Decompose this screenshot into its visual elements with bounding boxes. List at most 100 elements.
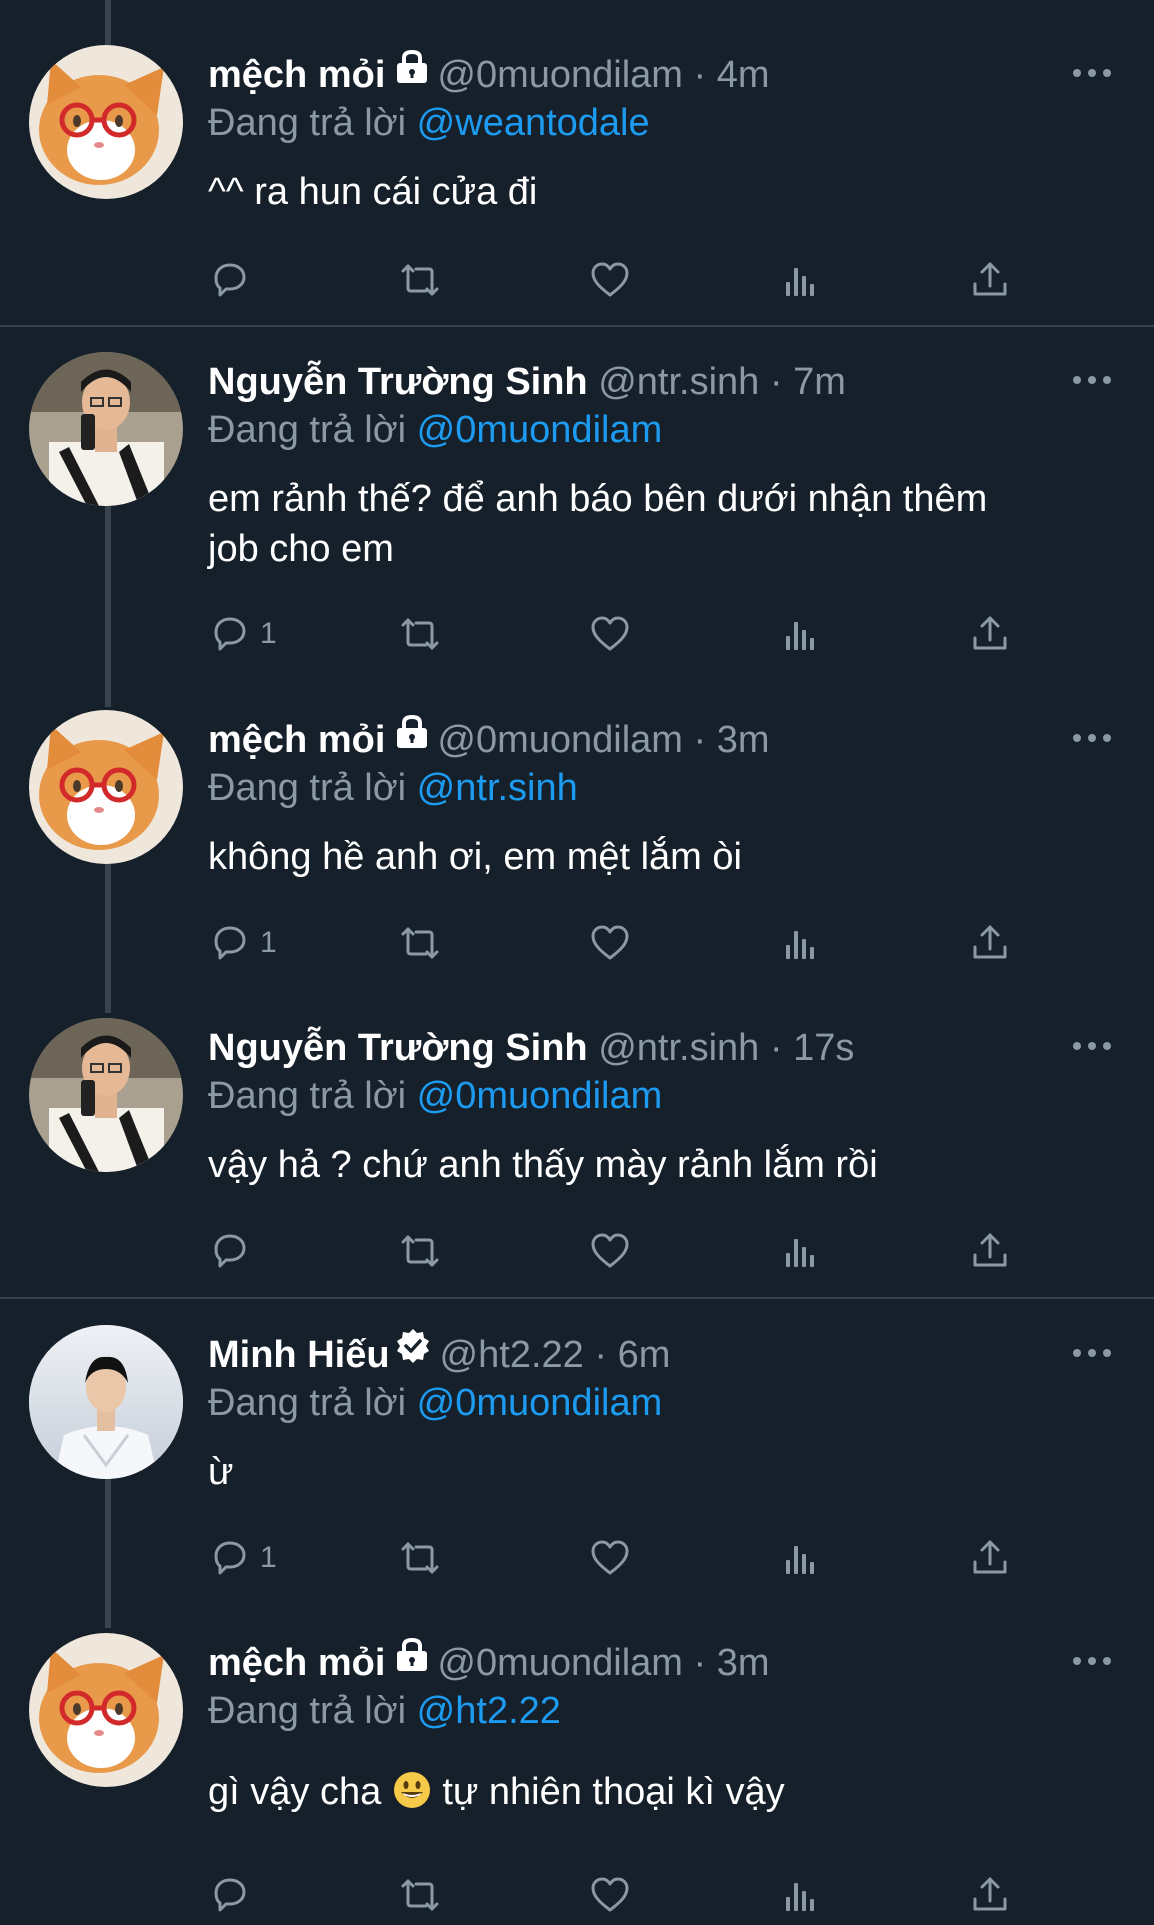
more-options-icon[interactable] — [1072, 728, 1112, 748]
retweet-icon — [401, 1879, 439, 1911]
timestamp[interactable]: 3m — [717, 1642, 770, 1684]
timestamp[interactable]: 17s — [793, 1027, 854, 1069]
reply-context: Đang trả lời @ntr.sinh — [208, 760, 578, 816]
tweet[interactable]: mệch mỏi @0muondilam · 3m Đang trả lời @n… — [0, 710, 1154, 1010]
reply-button[interactable] — [208, 250, 260, 310]
action-bar: 1 — [208, 913, 1008, 973]
tweet-text: ừ — [208, 1451, 234, 1493]
share-button[interactable] — [968, 604, 1012, 664]
handle[interactable]: @0muondilam — [437, 54, 683, 96]
retweet-button[interactable] — [398, 913, 442, 973]
tweet[interactable]: mệch mỏi @0muondilam · 3m Đang trả lời @h… — [0, 1633, 1154, 1920]
avatar[interactable] — [29, 45, 183, 199]
like-button[interactable] — [588, 1528, 632, 1588]
share-icon — [973, 925, 1007, 959]
mention-link[interactable]: @0muondilam — [417, 1382, 663, 1424]
avatar[interactable] — [29, 352, 183, 506]
share-button[interactable] — [968, 1528, 1012, 1588]
reply-count: 1 — [260, 617, 277, 650]
avatar[interactable] — [29, 710, 183, 864]
display-name[interactable]: mệch mỏi — [208, 54, 385, 96]
more-options-icon[interactable] — [1072, 63, 1112, 83]
reply-prefix: Đang trả lời — [208, 1075, 407, 1117]
display-name[interactable]: mệch mỏi — [208, 719, 385, 761]
lock-icon — [395, 43, 430, 103]
handle[interactable]: @ht2.22 — [440, 1334, 584, 1376]
like-button[interactable] — [588, 1865, 632, 1925]
reply-button[interactable]: 1 — [208, 604, 277, 664]
handle[interactable]: @0muondilam — [437, 719, 683, 761]
grinning-face-emoji — [392, 1770, 432, 1810]
reply-icon — [214, 1541, 246, 1575]
more-options-icon[interactable] — [1072, 1651, 1112, 1671]
retweet-button[interactable] — [398, 604, 442, 664]
tweet[interactable]: Nguyễn Trường Sinh @ntr.sinh · 7m Đang t… — [0, 352, 1154, 712]
handle[interactable]: @0muondilam — [437, 1642, 683, 1684]
reply-button[interactable]: 1 — [208, 1528, 277, 1588]
share-icon — [973, 1233, 1007, 1267]
bar-chart-icon — [786, 1239, 814, 1267]
mention-link[interactable]: @weantodale — [417, 102, 650, 144]
avatar[interactable] — [29, 1325, 183, 1479]
mention-link[interactable]: @ht2.22 — [417, 1690, 561, 1732]
tweet-text-line: em rảnh thế? để anh báo bên dưới nhận th… — [208, 478, 988, 520]
views-button[interactable] — [778, 250, 822, 310]
reply-icon — [214, 263, 246, 297]
like-button[interactable] — [588, 250, 632, 310]
retweet-button[interactable] — [398, 1221, 442, 1281]
reply-button[interactable] — [208, 1221, 260, 1281]
mention-link[interactable]: @0muondilam — [417, 409, 663, 451]
more-options-icon[interactable] — [1072, 370, 1112, 390]
share-button[interactable] — [968, 1865, 1012, 1925]
reply-button[interactable] — [208, 1865, 260, 1925]
reply-button[interactable]: 1 — [208, 913, 277, 973]
bar-chart-icon — [786, 931, 814, 959]
separator-dot: · — [769, 1027, 783, 1069]
separator-dot: · — [693, 54, 707, 96]
views-button[interactable] — [778, 1528, 822, 1588]
display-name[interactable]: mệch mỏi — [208, 1642, 385, 1684]
mention-link[interactable]: @0muondilam — [417, 1075, 663, 1117]
handle[interactable]: @ntr.sinh — [598, 1027, 759, 1069]
tweet[interactable]: Minh Hiếu @ht2.22 · 6m Đang trả lời @0muo… — [0, 1325, 1154, 1625]
retweet-button[interactable] — [398, 250, 442, 310]
views-button[interactable] — [778, 1865, 822, 1925]
retweet-button[interactable] — [398, 1865, 442, 1925]
share-button[interactable] — [968, 250, 1012, 310]
display-name[interactable]: Nguyễn Trường Sinh — [208, 361, 588, 403]
more-options-icon[interactable] — [1072, 1343, 1112, 1363]
views-button[interactable] — [778, 913, 822, 973]
verified-icon — [394, 1323, 432, 1383]
views-button[interactable] — [778, 1221, 822, 1281]
share-icon — [973, 616, 1007, 650]
like-button[interactable] — [588, 604, 632, 664]
like-button[interactable] — [588, 913, 632, 973]
tweet[interactable]: mệch mỏi @0muondilam · 4m Đang trả lời @w… — [0, 45, 1154, 325]
separator-dot: · — [594, 1334, 607, 1376]
tweet-text: không hề anh ơi, em mệt lắm òi — [208, 836, 742, 878]
mention-link[interactable]: @ntr.sinh — [417, 767, 578, 809]
timestamp[interactable]: 4m — [717, 54, 770, 96]
reply-count: 1 — [260, 926, 277, 959]
tweet-text: gì vậy cha tự nhiên thoại kì vậy — [208, 1767, 1128, 1817]
display-name[interactable]: Nguyễn Trường Sinh — [208, 1027, 588, 1069]
timestamp[interactable]: 3m — [717, 719, 770, 761]
like-button[interactable] — [588, 1221, 632, 1281]
display-name[interactable]: Minh Hiếu — [208, 1334, 390, 1376]
retweet-button[interactable] — [398, 1528, 442, 1588]
timestamp[interactable]: 6m — [618, 1334, 671, 1376]
views-button[interactable] — [778, 604, 822, 664]
tweet[interactable]: Nguyễn Trường Sinh @ntr.sinh · 17s Đang … — [0, 1018, 1154, 1293]
share-button[interactable] — [968, 1221, 1012, 1281]
avatar[interactable] — [29, 1018, 183, 1172]
heart-icon — [591, 1233, 629, 1268]
handle[interactable]: @ntr.sinh — [598, 361, 759, 403]
avatar[interactable] — [29, 1633, 183, 1787]
more-options-icon[interactable] — [1072, 1036, 1112, 1056]
reply-context: Đang trả lời @0muondilam — [208, 402, 662, 458]
timestamp[interactable]: 7m — [793, 361, 846, 403]
action-bar — [208, 1221, 1008, 1281]
retweet-icon — [401, 1235, 439, 1267]
tweet-text-line: job cho em — [208, 528, 394, 570]
share-button[interactable] — [968, 913, 1012, 973]
